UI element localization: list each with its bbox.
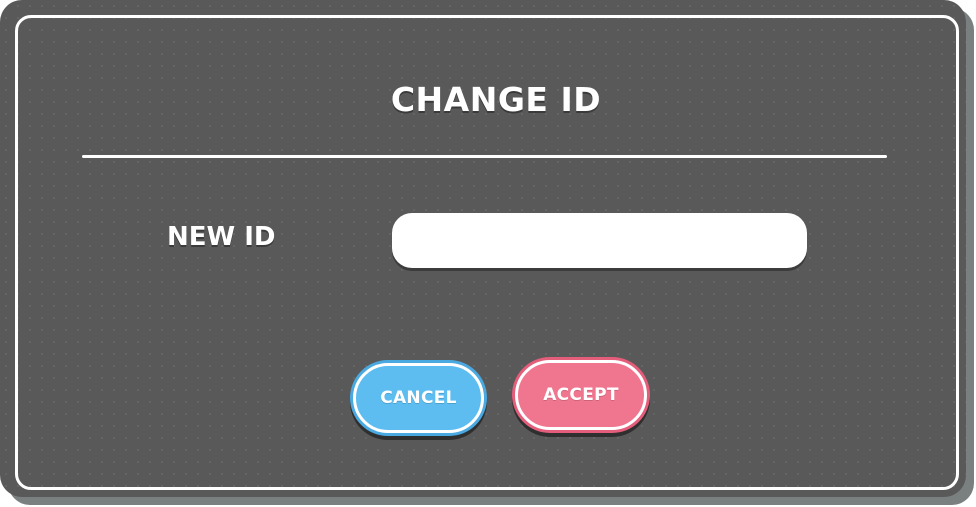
new-id-input-wrapper: [392, 213, 807, 268]
cancel-button[interactable]: CANCEL: [353, 363, 484, 433]
new-id-label: NEW ID: [167, 222, 276, 252]
dialog-title: CHANGE ID: [390, 80, 602, 119]
accept-button[interactable]: ACCEPT: [515, 360, 647, 430]
change-id-dialog: CHANGE ID NEW ID CANCEL ACCEPT: [0, 0, 966, 497]
new-id-input[interactable]: [392, 213, 807, 268]
title-divider: [82, 155, 887, 158]
